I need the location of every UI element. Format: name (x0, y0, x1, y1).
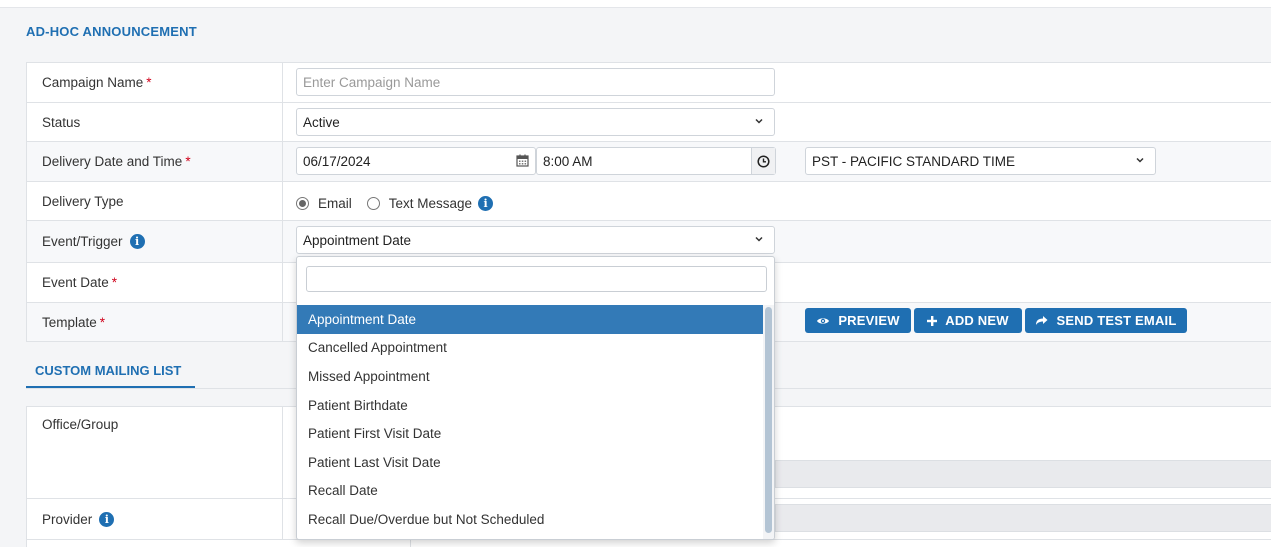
radio-email-label[interactable]: Email (318, 196, 352, 211)
radio-text-message[interactable] (366, 197, 380, 210)
send-test-email-label: SEND TEST EMAIL (1056, 313, 1177, 328)
preview-label: PREVIEW (838, 313, 900, 328)
dropdown-option[interactable]: Patient First Visit Date (297, 419, 764, 448)
dropdown-option[interactable]: Appointment Date (297, 305, 764, 334)
dropdown-options-list: Appointment Date Cancelled Appointment M… (297, 305, 764, 534)
dropdown-option[interactable]: Patient Last Visit Date (297, 448, 764, 477)
office-group-field[interactable] (775, 460, 1271, 488)
delivery-date-value: 06/17/2024 (303, 153, 371, 169)
info-circle-icon[interactable]: i (129, 234, 145, 249)
dropdown-scrollbar-thumb[interactable] (765, 307, 772, 533)
chevron-down-icon (754, 234, 764, 244)
delivery-time-value: 8:00 AM (543, 153, 593, 169)
event-trigger-value: Appointment Date (303, 232, 412, 248)
radio-text-message-label[interactable]: Text Message (389, 196, 472, 211)
row-next (26, 540, 1271, 547)
preview-button[interactable]: PREVIEW (805, 308, 911, 333)
provider-label: Provider i (27, 499, 283, 539)
event-trigger-dropdown: Appointment Date Cancelled Appointment M… (296, 256, 775, 540)
plus-icon (927, 315, 938, 326)
event-trigger-select[interactable]: Appointment Date (296, 226, 775, 254)
add-new-label: ADD NEW (945, 313, 1009, 328)
delivery-date-input[interactable]: 06/17/2024 (296, 147, 536, 175)
delivery-label: Delivery Date and Time * (27, 142, 283, 181)
delivery-type-label: Delivery Type (27, 182, 283, 220)
clock-icon[interactable] (751, 148, 775, 174)
info-circle-icon[interactable]: i (478, 196, 494, 211)
status-label: Status (27, 103, 283, 141)
status-select[interactable]: Active (296, 108, 775, 136)
chevron-down-icon (1135, 155, 1145, 165)
status-value: Active (303, 114, 340, 130)
required-marker: * (99, 314, 106, 330)
dropdown-search-input[interactable] (306, 266, 767, 292)
dropdown-option[interactable]: Recall Date (297, 477, 764, 506)
eye-icon (816, 316, 830, 326)
row-delivery-type: Delivery Type (26, 182, 1271, 221)
calendar-icon[interactable] (516, 154, 529, 170)
required-marker: * (185, 154, 191, 169)
provider-field[interactable] (775, 504, 1271, 532)
timezone-select[interactable]: PST - PACIFIC STANDARD TIME (805, 147, 1156, 175)
delivery-type-options: Email Text Message i (296, 196, 494, 211)
column-divider (410, 540, 411, 547)
share-arrow-icon (1035, 315, 1048, 326)
timezone-value: PST - PACIFIC STANDARD TIME (812, 153, 1016, 169)
event-trigger-label: Event/Trigger i (27, 221, 283, 262)
send-test-email-button[interactable]: SEND TEST EMAIL (1025, 308, 1187, 333)
tab-active-underline (26, 386, 195, 388)
required-marker: * (111, 275, 118, 290)
template-label: Template * (27, 303, 283, 341)
campaign-name-label: Campaign Name * (27, 63, 283, 102)
campaign-name-input[interactable]: Enter Campaign Name (296, 68, 775, 96)
dropdown-option[interactable]: Recall Due/Overdue but Not Scheduled (297, 505, 764, 534)
add-new-button[interactable]: ADD NEW (914, 308, 1022, 333)
dropdown-option[interactable]: Cancelled Appointment (297, 334, 764, 363)
tab-custom-mailing-list[interactable]: CUSTOM MAILING LIST (26, 352, 196, 388)
dropdown-option[interactable]: Missed Appointment (297, 362, 764, 391)
event-date-label: Event Date * (27, 263, 283, 302)
required-marker: * (146, 75, 152, 90)
campaign-name-placeholder: Enter Campaign Name (303, 74, 441, 90)
radio-email[interactable] (296, 197, 309, 210)
delivery-time-input[interactable]: 8:00 AM (536, 147, 776, 175)
top-strip (0, 0, 1271, 8)
section-title: AD-HOC ANNOUNCEMENT (26, 24, 197, 39)
chevron-down-icon (754, 116, 764, 126)
dropdown-option[interactable]: Patient Birthdate (297, 391, 764, 420)
office-group-label: Office/Group (27, 407, 283, 498)
info-circle-icon[interactable]: i (99, 511, 115, 527)
